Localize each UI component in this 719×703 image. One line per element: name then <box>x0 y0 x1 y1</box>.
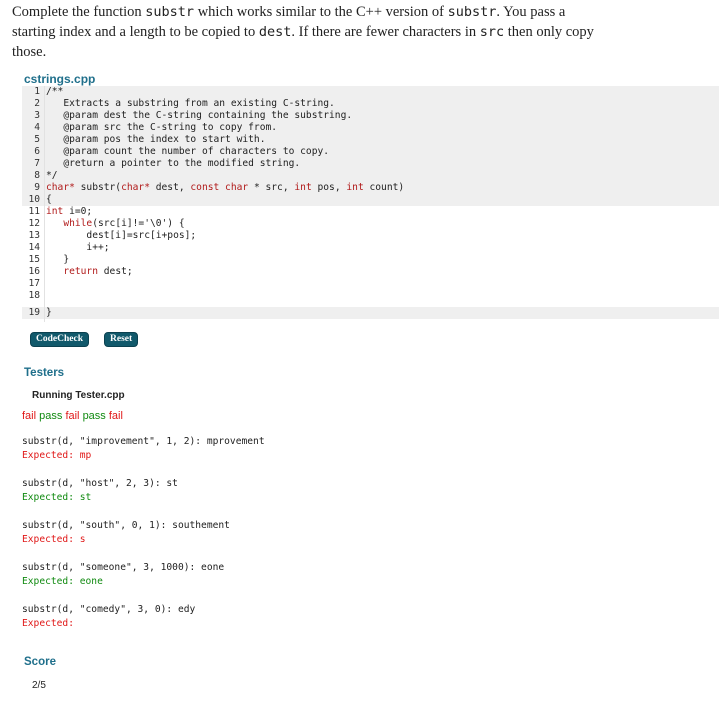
code-line[interactable]: 15 } <box>22 254 719 266</box>
code-line[interactable]: 13 dest[i]=src[i+pos]; <box>22 230 719 242</box>
code-line: 1/** <box>22 86 719 98</box>
test-expected: Expected: s <box>22 534 86 545</box>
prompt-text: which works similar to the C++ version o… <box>194 4 448 20</box>
code-editor[interactable]: 1/** 2 Extracts a substring from an exis… <box>22 86 719 322</box>
codecheck-button[interactable]: CodeCheck <box>30 332 89 347</box>
code-line[interactable]: 12 while(src[i]!='\0') { <box>22 218 719 230</box>
test-expected: Expected: eone <box>22 576 103 587</box>
code-line: 4 @param src the C-string to copy from. <box>22 122 719 134</box>
code-line: 3 @param dest the C-string containing th… <box>22 110 719 122</box>
test-call: substr(d, "improvement", 1, 2): mproveme… <box>22 436 265 447</box>
file-name: cstrings.cpp <box>24 72 96 86</box>
test-expected: Expected: st <box>22 492 92 503</box>
problem-statement: Complete the function substr which works… <box>12 2 612 62</box>
test-expected: Expected: <box>22 618 74 629</box>
prompt-text: . If there are fewer characters in <box>291 24 480 40</box>
code-line: 7 @return a pointer to the modified stri… <box>22 158 719 170</box>
reset-button[interactable]: Reset <box>104 332 139 347</box>
testers-heading: Testers <box>24 367 65 379</box>
prompt-code: dest <box>258 24 292 40</box>
prompt-code: substr <box>447 4 497 20</box>
gutter-divider <box>44 86 45 322</box>
code-line: 19} <box>22 307 719 319</box>
test-summary: fail pass fail pass fail <box>22 410 123 422</box>
code-line: 5 @param pos the index to start with. <box>22 134 719 146</box>
prompt-code: substr <box>145 4 195 20</box>
code-line[interactable]: 14 i++; <box>22 242 719 254</box>
test-call: substr(d, "host", 2, 3): st <box>22 478 178 489</box>
status-fail: fail <box>65 410 80 422</box>
test-call: substr(d, "comedy", 3, 0): edy <box>22 604 196 615</box>
code-line[interactable]: 16 return dest; <box>22 266 719 278</box>
test-expected: Expected: mp <box>22 450 92 461</box>
code-line[interactable]: 17 <box>22 278 719 290</box>
code-line[interactable]: 18 <box>22 290 719 302</box>
code-line: 2 Extracts a substring from an existing … <box>22 98 719 110</box>
running-tester-label: Running Tester.cpp <box>32 390 125 401</box>
code-line: 8 */ <box>22 170 719 182</box>
score-value: 2/5 <box>32 680 46 691</box>
test-call: substr(d, "someone", 3, 1000): eone <box>22 562 225 573</box>
score-heading: Score <box>24 656 56 668</box>
status-fail: fail <box>22 410 37 422</box>
status-pass: pass <box>82 410 106 422</box>
status-fail: fail <box>108 410 123 422</box>
code-line: 9 char* substr(char* dest, const char * s… <box>22 182 719 194</box>
test-call: substr(d, "south", 0, 1): southement <box>22 520 230 531</box>
prompt-code: src <box>479 24 505 40</box>
prompt-text: Complete the function <box>12 4 146 20</box>
code-line: 10{ <box>22 194 719 206</box>
code-line[interactable]: 11 int i=0; <box>22 206 719 218</box>
code-line: 6 @param count the number of characters … <box>22 146 719 158</box>
status-pass: pass <box>39 410 63 422</box>
